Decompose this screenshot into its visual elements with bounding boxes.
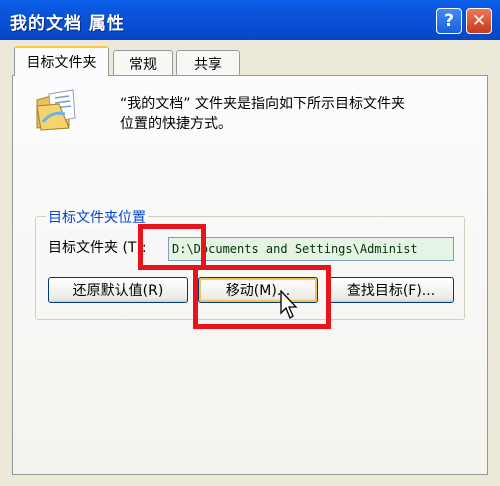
mouse-pointer-icon [280, 289, 300, 324]
tab-general[interactable]: 常规 [113, 50, 173, 76]
help-button[interactable]: ? [436, 8, 462, 34]
restore-default-button[interactable]: 还原默认值(R) [48, 277, 188, 303]
description-line-2: 位置的快捷方式。 [120, 116, 232, 132]
window-title: 我的文档 属性 [10, 14, 125, 34]
group-legend: 目标文件夹位置 [46, 207, 148, 227]
folder-icon [35, 88, 81, 136]
find-target-label: 查找目标(F)... [346, 283, 436, 299]
title-bar: 我的文档 属性 ? ✕ [0, 0, 500, 40]
find-target-button[interactable]: 查找目标(F)... [328, 277, 454, 303]
tab-sharing[interactable]: 共享 [176, 50, 240, 76]
help-icon: ? [444, 11, 454, 31]
tab-label: 共享 [194, 56, 222, 73]
description: “我的文档” 文件夹是指向如下所示目标文件夹 位置的快捷方式。 [120, 94, 480, 134]
target-path-field[interactable]: D:\Documents and Settings\Administ [168, 237, 454, 261]
close-icon: ✕ [471, 11, 487, 31]
description-line-1: “我的文档” 文件夹是指向如下所示目标文件夹 [120, 96, 405, 112]
target-label: 目标文件夹 (T): [48, 240, 147, 256]
highlight-box-move [193, 265, 331, 329]
close-button[interactable]: ✕ [466, 8, 492, 34]
tab-target-folder[interactable]: 目标文件夹 [14, 46, 109, 76]
highlight-box-path [138, 224, 206, 270]
tab-label: 目标文件夹 [26, 55, 97, 71]
tab-label: 常规 [129, 56, 157, 73]
restore-default-label: 还原默认值(R) [72, 283, 164, 299]
